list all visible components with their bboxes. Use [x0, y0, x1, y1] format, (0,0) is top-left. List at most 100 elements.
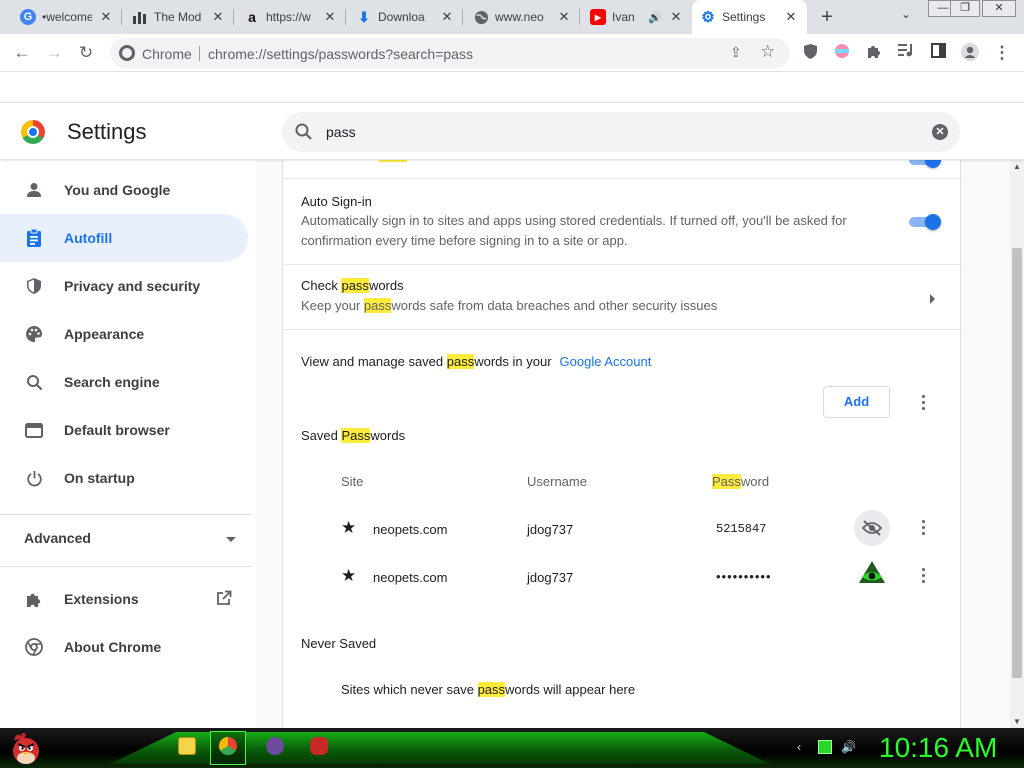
close-tab-icon[interactable]: ✕ [98, 9, 114, 25]
password-row-site[interactable]: neopets.com [373, 522, 447, 537]
volume-icon[interactable]: 🔊 [841, 740, 856, 754]
tab-welcome[interactable]: G •welcome ✕ [12, 0, 122, 34]
media-control-icon[interactable] [896, 43, 916, 63]
taskbar-app-icon[interactable] [266, 737, 284, 755]
reload-button[interactable]: ↻ [74, 41, 98, 65]
auto-signin-description: Automatically sign in to sites and apps … [301, 213, 847, 248]
advanced-section-toggle[interactable]: Advanced [24, 526, 236, 550]
sidebar-item-search-engine[interactable]: Search engine [0, 358, 248, 406]
clear-search-icon[interactable]: ✕ [932, 124, 948, 140]
column-header-username: Username [527, 474, 587, 489]
close-tab-icon[interactable]: ✕ [783, 9, 799, 25]
sidebar-item-privacy-and-security[interactable]: Privacy and security [0, 262, 248, 310]
password-row-username[interactable]: jdog737 [527, 522, 573, 537]
saved-passwords-heading: Saved Passwords [301, 428, 406, 443]
audio-playing-icon[interactable]: 🔊 [648, 11, 662, 24]
bookmark-star-icon[interactable]: ☆ [760, 42, 775, 62]
close-tab-icon[interactable]: ✕ [322, 9, 338, 25]
password-row-more-icon[interactable] [915, 517, 931, 537]
taskbar-clock[interactable]: 10:16 AM [879, 732, 997, 764]
password-row-site[interactable]: neopets.com [373, 570, 447, 585]
open-in-new-icon [216, 590, 232, 609]
profile-avatar[interactable] [960, 43, 980, 63]
password-row-password[interactable]: 5215847 [716, 522, 766, 536]
tab-youtube[interactable]: ▶ Ivan 🔊 ✕ [582, 0, 692, 34]
forward-button[interactable]: → [42, 41, 66, 65]
sidebar-item-extensions[interactable]: Extensions [0, 575, 248, 623]
clipboard-icon [24, 228, 44, 248]
file-explorer-icon[interactable] [178, 737, 196, 755]
share-icon[interactable]: ⇪ [730, 44, 742, 61]
page-scrollbar[interactable]: ▲ ▼ [1010, 160, 1024, 728]
saved-passwords-more-icon[interactable] [915, 392, 931, 412]
check-passwords-row[interactable]: Check passwords Keep your passwords safe… [283, 265, 962, 329]
extensions-puzzle-icon[interactable] [864, 43, 884, 63]
tab-the-mod[interactable]: The Mod ✕ [124, 0, 234, 34]
google-account-link[interactable]: Google Account [560, 354, 652, 369]
settings-header: Settings pass ✕ [0, 102, 1024, 159]
settings-gear-icon: ⚙ [701, 9, 715, 26]
shield-icon [24, 276, 44, 296]
ublock-extension-icon[interactable] [800, 43, 820, 63]
sidebar-item-you-and-google[interactable]: You and Google [0, 166, 248, 214]
password-row-password[interactable]: •••••••••• [716, 569, 772, 584]
auto-signin-toggle[interactable] [909, 214, 941, 230]
settings-main: Auto Sign-in Automatically sign in to si… [256, 160, 1010, 728]
never-saved-empty-text: Sites which never save passwords will ap… [341, 682, 636, 697]
chrome-taskbar-icon[interactable] [219, 737, 237, 755]
sidebar-item-autofill[interactable]: Autofill [0, 214, 248, 262]
tab-amazon[interactable]: a https://w ✕ [236, 0, 346, 34]
password-row-username[interactable]: jdog737 [527, 570, 573, 585]
omnibox[interactable]: Chrome chrome://settings/passwords?searc… [110, 38, 790, 68]
globe-icon [473, 9, 489, 25]
chevron-right-icon [930, 292, 936, 307]
auto-signin-title: Auto Sign-in [301, 194, 372, 209]
search-icon [24, 372, 44, 392]
scrollbar-thumb[interactable] [1012, 248, 1022, 678]
check-passwords-title: Check passwords [301, 278, 404, 293]
password-row-more-icon[interactable] [915, 565, 931, 585]
column-header-password: Password [712, 474, 770, 489]
site-favicon-star-icon: ★ [341, 518, 357, 537]
close-tab-icon[interactable]: ✕ [556, 9, 572, 25]
add-password-button[interactable]: Add [823, 386, 890, 418]
tray-chevron-icon[interactable]: ‹ [792, 740, 806, 754]
page-title: Settings [67, 119, 147, 144]
sidebar-item-about-chrome[interactable]: About Chrome [0, 623, 248, 671]
angry-bird-start-icon[interactable] [8, 730, 44, 766]
google-profile-icon: G [20, 9, 36, 25]
battery-icon[interactable] [818, 740, 832, 754]
tab-neopets[interactable]: www.neo ✕ [465, 0, 580, 34]
sidebar-item-default-browser[interactable]: Default browser [0, 406, 248, 454]
browser-toolbar: ← → ↻ Chrome chrome://settings/passwords… [0, 34, 1024, 72]
offer-to-save-toggle[interactable] [909, 160, 941, 168]
search-icon [295, 123, 312, 140]
angry-bird-taskbar-icon[interactable] [310, 737, 328, 755]
sidebar-item-on-startup[interactable]: On startup [0, 454, 248, 502]
close-tab-icon[interactable]: ✕ [210, 9, 226, 25]
chrome-menu-icon[interactable]: ⋮ [992, 43, 1012, 63]
side-panel-icon[interactable] [928, 43, 948, 63]
search-input[interactable]: pass [326, 124, 356, 140]
tab-search-chevron-icon[interactable]: ⌄ [896, 7, 916, 27]
omnibox-url[interactable]: chrome://settings/passwords?search=pass [208, 46, 473, 62]
new-tab-button[interactable]: + [815, 5, 839, 29]
hide-password-button[interactable] [854, 510, 890, 546]
color-extension-icon[interactable] [832, 43, 852, 63]
omnibox-scheme-label: Chrome [142, 46, 192, 62]
back-button[interactable]: ← [10, 41, 34, 65]
download-icon: ⬇ [358, 8, 370, 25]
restore-button[interactable]: ❐ [950, 0, 980, 17]
tab-downloads[interactable]: ⬇ Downloa ✕ [348, 0, 463, 34]
scroll-down-arrow-icon[interactable]: ▼ [1013, 717, 1021, 726]
sidebar-item-appearance[interactable]: Appearance [0, 310, 248, 358]
tab-settings[interactable]: ⚙ Settings ✕ [692, 0, 807, 34]
palette-icon [24, 324, 44, 344]
settings-search-box[interactable]: pass ✕ [282, 112, 960, 152]
scroll-up-arrow-icon[interactable]: ▲ [1013, 162, 1021, 171]
close-tab-icon[interactable]: ✕ [668, 9, 684, 25]
chrome-logo-icon [21, 120, 45, 144]
show-password-button[interactable] [854, 554, 890, 590]
close-tab-icon[interactable]: ✕ [439, 9, 455, 25]
close-window-button[interactable]: ✕ [982, 0, 1016, 17]
